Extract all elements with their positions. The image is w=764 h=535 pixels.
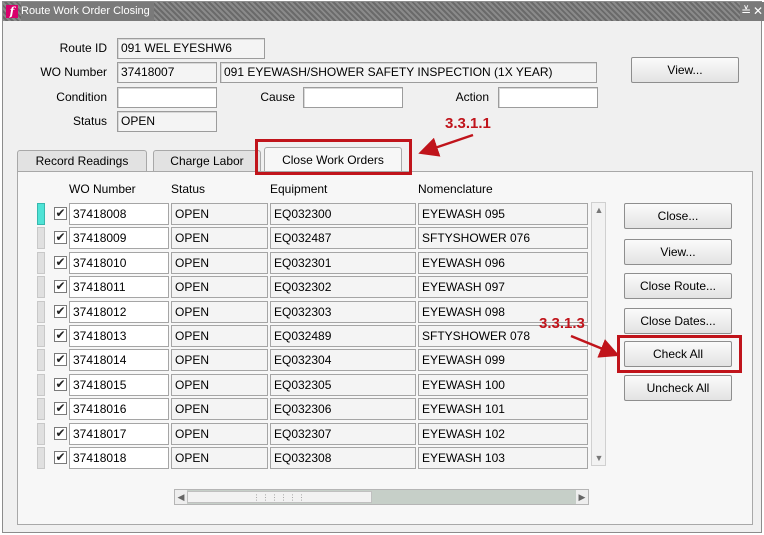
callout-arrows (418, 133, 620, 358)
check-all-callout-arrow (570, 334, 620, 358)
tab-callout-arrow (418, 133, 474, 157)
route-work-order-closing-window: f Route Work Order Closing ≚ ✕ Route ID … (2, 1, 764, 533)
